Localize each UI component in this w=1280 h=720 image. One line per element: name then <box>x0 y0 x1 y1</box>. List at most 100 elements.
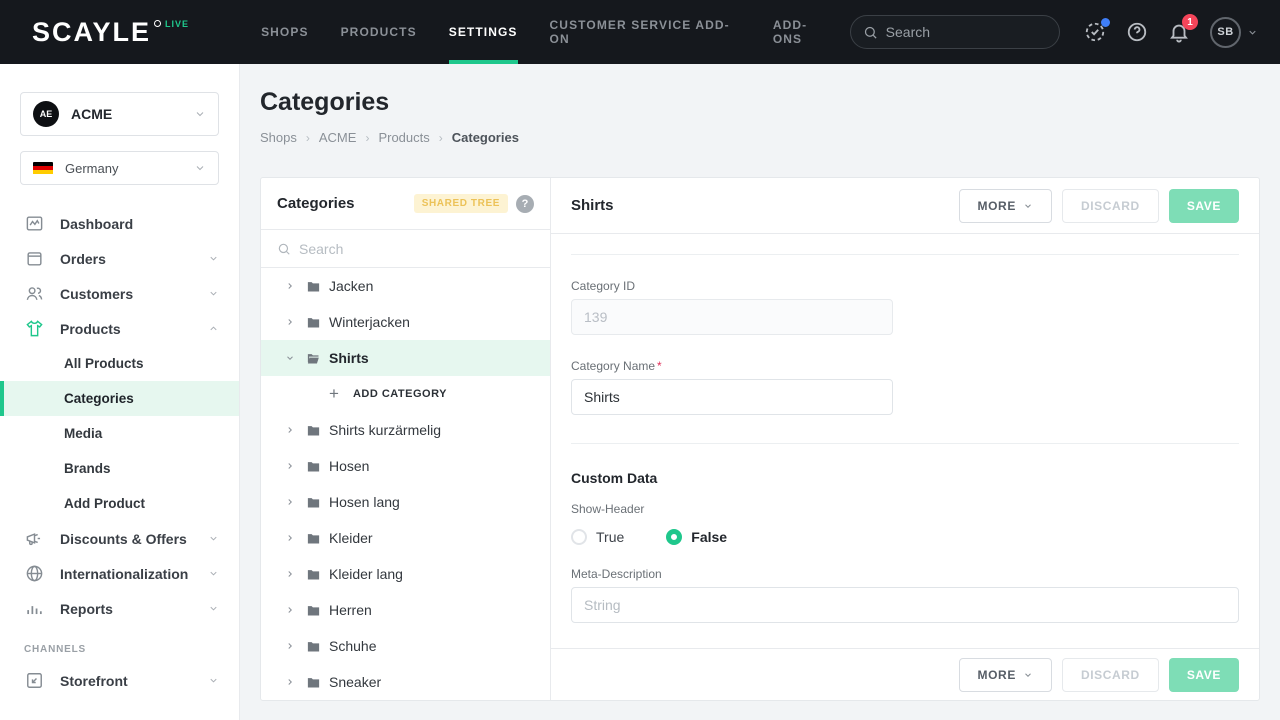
meta-description-field[interactable] <box>571 587 1239 623</box>
tree-item-kleider-lang[interactable]: Kleider lang <box>261 556 550 592</box>
chevron-right-icon[interactable] <box>285 497 297 507</box>
folder-icon <box>306 495 321 510</box>
radio-false[interactable]: False <box>666 529 727 545</box>
category-id-field <box>571 299 893 335</box>
nav-item-shops[interactable]: SHOPS <box>245 0 325 64</box>
tree-item-sneaker[interactable]: Sneaker <box>261 664 550 700</box>
sidebar-item-label: Reports <box>60 601 208 617</box>
chevron-down-icon <box>208 675 219 686</box>
tree-item-label: Shirts kurzärmelig <box>329 422 441 438</box>
sidebar-item-discounts-offers[interactable]: Discounts & Offers <box>0 521 239 556</box>
customers-icon <box>24 284 44 303</box>
nav-item-add-ons[interactable]: ADD-ONS <box>757 0 850 64</box>
radio-true[interactable]: True <box>571 529 624 545</box>
folder-icon <box>306 279 321 294</box>
chevron-right-icon[interactable] <box>285 425 297 435</box>
chevron-right-icon[interactable] <box>285 533 297 543</box>
live-badge: LIVE <box>165 19 189 29</box>
save-button[interactable]: SAVE <box>1169 189 1239 223</box>
country-selector[interactable]: Germany <box>20 151 219 185</box>
folder-icon <box>306 459 321 474</box>
top-navbar: SCAYLE LIVE SHOPS PRODUCTS SETTINGS CUST… <box>0 0 1280 64</box>
breadcrumb-products[interactable]: Products <box>378 130 429 145</box>
sidebar-item-categories[interactable]: Categories <box>0 381 239 416</box>
breadcrumb-acme[interactable]: ACME <box>319 130 357 145</box>
chevron-right-icon[interactable] <box>285 281 297 291</box>
dashboard-icon <box>24 214 44 233</box>
folder-icon <box>306 639 321 654</box>
tree-item-shirts-kurzaermelig[interactable]: Shirts kurzärmelig <box>261 412 550 448</box>
breadcrumb-shops[interactable]: Shops <box>260 130 297 145</box>
status-check-button[interactable] <box>1084 21 1106 43</box>
shop-selector[interactable]: AE ACME <box>20 92 219 136</box>
tree-search-input[interactable] <box>299 241 499 257</box>
radio-selected-icon <box>666 529 682 545</box>
tree-item-schuhe[interactable]: Schuhe <box>261 628 550 664</box>
sidebar-item-add-product[interactable]: Add Product <box>0 486 239 521</box>
chevron-right-icon[interactable] <box>285 605 297 615</box>
category-tree-panel: Categories SHARED TREE ? Jacken <box>261 178 551 700</box>
chevron-down-icon <box>1023 201 1033 211</box>
chevron-down-icon[interactable] <box>285 353 297 363</box>
scayle-logo[interactable]: SCAYLE LIVE <box>32 17 189 47</box>
global-search[interactable] <box>850 15 1060 49</box>
main-content: Categories Shops › ACME › Products › Cat… <box>240 64 1280 720</box>
radio-false-label: False <box>691 529 727 545</box>
more-button-footer[interactable]: MORE <box>959 658 1052 692</box>
sidebar-item-dashboard[interactable]: Dashboard <box>0 206 239 241</box>
help-icon <box>1126 21 1148 43</box>
tree-item-hosen[interactable]: Hosen <box>261 448 550 484</box>
sidebar-item-all-products[interactable]: All Products <box>0 346 239 381</box>
search-icon <box>277 242 291 256</box>
tree-item-kleider[interactable]: Kleider <box>261 520 550 556</box>
add-category-button[interactable]: + ADD CATEGORY <box>261 376 550 412</box>
tree-item-shirts[interactable]: Shirts <box>261 340 550 376</box>
sidebar-item-brands[interactable]: Brands <box>0 451 239 486</box>
category-name-label: Category Name* <box>571 359 1239 373</box>
notifications-button[interactable]: 1 <box>1168 21 1190 43</box>
save-button-footer[interactable]: SAVE <box>1169 658 1239 692</box>
nav-item-settings[interactable]: SETTINGS <box>433 0 534 64</box>
sidebar-item-internationalization[interactable]: Internationalization <box>0 556 239 591</box>
nav-item-customer-service-add-on[interactable]: CUSTOMER SERVICE ADD-ON <box>534 0 757 64</box>
sidebar-item-storefront[interactable]: Storefront <box>0 663 239 698</box>
discard-button-footer[interactable]: DISCARD <box>1062 658 1159 692</box>
tree-item-label: Schuhe <box>329 638 376 654</box>
channels-section-label: CHANNELS <box>24 644 239 655</box>
help-icon[interactable]: ? <box>516 195 534 213</box>
user-menu[interactable]: SB <box>1210 17 1258 48</box>
category-name-field[interactable] <box>571 379 893 415</box>
add-category-label: ADD CATEGORY <box>353 388 447 400</box>
chevron-down-icon <box>208 533 219 544</box>
chevron-right-icon[interactable] <box>285 641 297 651</box>
logo-ring-icon <box>154 20 161 27</box>
chevron-right-icon[interactable] <box>285 677 297 687</box>
chevron-right-icon[interactable] <box>285 317 297 327</box>
detail-form: Category ID Category Name* Custom Data S… <box>551 234 1259 648</box>
folder-icon <box>306 567 321 582</box>
storefront-icon <box>24 671 44 690</box>
search-input[interactable] <box>886 24 1036 40</box>
more-button[interactable]: MORE <box>959 189 1052 223</box>
tree-item-hosen-lang[interactable]: Hosen lang <box>261 484 550 520</box>
tree-search[interactable] <box>261 230 550 268</box>
help-button[interactable] <box>1126 21 1148 43</box>
sidebar: AE ACME Germany Dashboard <box>0 64 240 720</box>
tree-item-herren[interactable]: Herren <box>261 592 550 628</box>
tree-item-jacken[interactable]: Jacken <box>261 268 550 304</box>
megaphone-icon <box>24 529 44 548</box>
nav-item-products[interactable]: PRODUCTS <box>325 0 433 64</box>
sidebar-item-media[interactable]: Media <box>0 416 239 451</box>
show-header-label: Show-Header <box>571 502 1239 516</box>
discard-button[interactable]: DISCARD <box>1062 189 1159 223</box>
chevron-right-icon[interactable] <box>285 569 297 579</box>
sidebar-item-label: Dashboard <box>60 216 219 232</box>
folder-icon <box>306 315 321 330</box>
chevron-right-icon[interactable] <box>285 461 297 471</box>
sidebar-item-reports[interactable]: Reports <box>0 591 239 626</box>
sidebar-item-orders[interactable]: Orders <box>0 241 239 276</box>
sidebar-item-products[interactable]: Products <box>0 311 239 346</box>
tree-item-winterjacken[interactable]: Winterjacken <box>261 304 550 340</box>
tree-title: Categories <box>277 195 414 212</box>
sidebar-item-customers[interactable]: Customers <box>0 276 239 311</box>
